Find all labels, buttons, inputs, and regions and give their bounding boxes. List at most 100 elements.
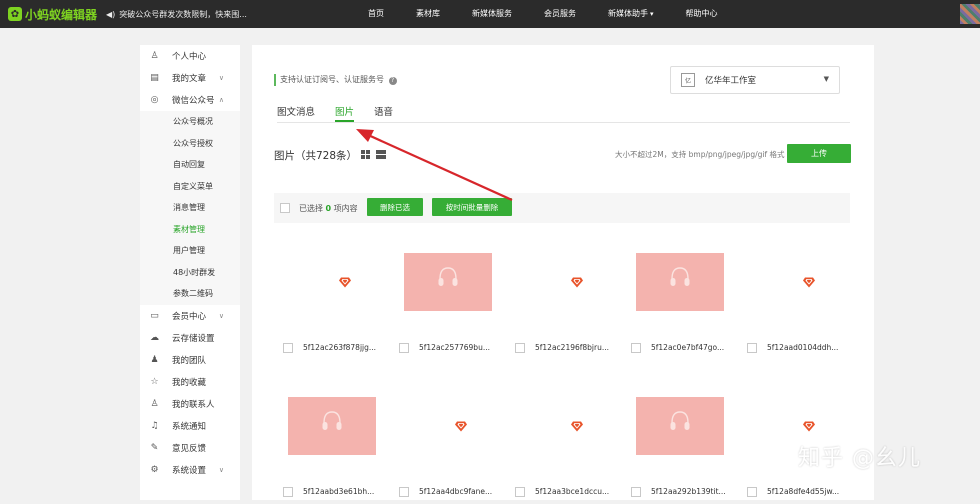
diamond-icon xyxy=(803,277,815,288)
image-filename: 5f12aa3bce1dccu... xyxy=(535,487,610,496)
submenu-item[interactable]: 用户管理 xyxy=(140,240,240,262)
image-card[interactable]: 5f12aa292b139tit... xyxy=(622,394,738,504)
image-checkbox[interactable] xyxy=(399,343,409,353)
image-thumbnail[interactable] xyxy=(404,397,492,455)
image-checkbox[interactable] xyxy=(283,343,293,353)
auth-hint-text: 支持认证订阅号、认证服务号 xyxy=(280,75,384,84)
submenu-item-label: 参数二维码 xyxy=(173,289,213,299)
image-thumbnail[interactable] xyxy=(288,397,376,455)
auth-hint: 支持认证订阅号、认证服务号 ? xyxy=(274,74,397,86)
add-contact-icon: ♙ xyxy=(150,398,159,409)
sidebar-item[interactable]: ♫ 系统通知 xyxy=(140,415,240,437)
media-tabs: 图文消息 图片 语音 xyxy=(277,104,850,123)
sidebar: ♙ 个人中心 ▤ 我的文章 ∨ ◎ 微信公众号 ∧ 公众号概况公众号授权自动回复自定义菜单 消息… xyxy=(140,45,240,500)
avatar[interactable] xyxy=(960,4,980,24)
image-card[interactable]: 5f12aad0104ddh... xyxy=(738,250,854,360)
media-tab[interactable]: 图文消息 xyxy=(277,104,315,122)
sidebar-item-label: 意见反馈 xyxy=(172,443,207,454)
image-card[interactable]: 5f12aabd3e61bh... xyxy=(274,394,390,504)
list-view-icon[interactable] xyxy=(376,150,386,159)
submenu-item-label: 自动回复 xyxy=(173,160,205,170)
image-card[interactable]: 5f12ac2196f8bjru... xyxy=(506,250,622,360)
wechat-icon: ◎ xyxy=(150,95,159,105)
sidebar-item[interactable]: ◎ 微信公众号 ∧ xyxy=(140,89,240,111)
submenu-item[interactable]: 消息管理 xyxy=(140,197,240,219)
nav-item[interactable]: 帮助中心 xyxy=(670,0,734,28)
sidebar-item[interactable]: ⚙ 系统设置 ∨ xyxy=(140,459,240,481)
submenu-item[interactable]: 48小时群发 xyxy=(140,262,240,284)
card-icon: ▭ xyxy=(150,310,159,321)
account-select[interactable]: 亿 亿华年工作室 ▼ xyxy=(670,66,840,94)
nav-item[interactable]: 新媒体服务 xyxy=(456,0,528,28)
wechat-submenu: 公众号概况公众号授权自动回复自定义菜单 消息管理 素材管理用户管理 48小时群发 参数二… xyxy=(140,111,240,305)
sidebar-item[interactable]: ☆ 我的收藏 xyxy=(140,371,240,393)
image-checkbox[interactable] xyxy=(515,487,525,497)
submenu-item[interactable]: 素材管理 xyxy=(140,219,240,241)
submenu-item[interactable]: 参数二维码 xyxy=(140,283,240,305)
sidebar-item-label: 我的联系人 xyxy=(172,399,215,410)
submenu-item[interactable]: 自动回复 xyxy=(140,154,240,176)
image-checkbox[interactable] xyxy=(399,487,409,497)
image-thumbnail[interactable] xyxy=(636,253,724,311)
sidebar-item[interactable]: ☁ 云存储设置 xyxy=(140,327,240,349)
selected-count-text: 已选择 0 项内容 xyxy=(299,203,358,214)
headphones-icon xyxy=(322,411,342,430)
sidebar-item[interactable]: ✎ 意见反馈 xyxy=(140,437,240,459)
image-thumbnail[interactable] xyxy=(520,253,608,311)
image-checkbox[interactable] xyxy=(747,487,757,497)
image-filename: 5f12ac257769bu... xyxy=(419,343,490,352)
media-tab[interactable]: 图片 xyxy=(335,104,355,122)
user-icon: ♙ xyxy=(150,51,159,61)
image-thumbnail[interactable] xyxy=(752,253,840,311)
image-card[interactable]: 5f12ac257769bu... xyxy=(390,250,506,360)
image-filename: 5f12ac263f878jjg... xyxy=(303,343,377,352)
image-filename: 5f12a8dfe4d55jw... xyxy=(767,487,840,496)
brand-logo[interactable]: ✿ 小蚂蚁编辑器 xyxy=(8,6,97,22)
sidebar-item[interactable]: ♙ 我的联系人 xyxy=(140,393,240,415)
announcement-text: 突破公众号群发次数限制，快来围... xyxy=(119,10,247,19)
media-tab[interactable]: 语音 xyxy=(374,104,393,122)
announcement[interactable]: ◀) 突破公众号群发次数限制，快来围... xyxy=(106,9,247,20)
sidebar-item[interactable]: ♟ 我的团队 xyxy=(140,349,240,371)
sidebar-item[interactable]: ▭ 会员中心 ∨ xyxy=(140,305,240,327)
batch-delete-by-time-button[interactable]: 按时间批量删除 xyxy=(432,198,512,216)
sidebar-item[interactable]: ▤ 我的文章 ∨ xyxy=(140,67,240,89)
sidebar-item-label: 系统设置 xyxy=(172,465,207,476)
image-thumbnail[interactable] xyxy=(520,397,608,455)
submenu-item[interactable]: 公众号授权 xyxy=(140,133,240,155)
nav-item-label: 素材库 xyxy=(416,9,440,18)
image-thumbnail[interactable] xyxy=(636,397,724,455)
image-checkbox[interactable] xyxy=(631,487,641,497)
nav-item-label: 首页 xyxy=(368,9,384,18)
sidebar-item[interactable]: ♙ 个人中心 xyxy=(140,45,240,67)
image-thumbnail[interactable] xyxy=(404,253,492,311)
submenu-item-label: 用户管理 xyxy=(173,246,205,256)
submenu-item[interactable]: 公众号概况 xyxy=(140,111,240,133)
nav-item[interactable]: 首页 xyxy=(352,0,400,28)
image-card[interactable]: 5f12ac0e7bf47go... xyxy=(622,250,738,360)
star-icon: ☆ xyxy=(150,376,159,387)
nav-item[interactable]: 素材库 xyxy=(400,0,456,28)
nav-item[interactable]: 会员服务 xyxy=(528,0,592,28)
nav-item-label: 新媒体服务 xyxy=(472,9,512,18)
submenu-item[interactable]: 自定义菜单 xyxy=(140,176,240,198)
submenu-item-label: 公众号授权 xyxy=(173,138,213,148)
upload-button[interactable]: 上传 xyxy=(787,144,851,163)
image-checkbox[interactable] xyxy=(747,343,757,353)
image-card[interactable]: 5f12ac263f878jjg... xyxy=(274,250,390,360)
nav-item[interactable]: 新媒体助手 ▾ xyxy=(592,0,670,28)
account-name: 亿华年工作室 xyxy=(705,76,757,86)
image-checkbox[interactable] xyxy=(283,487,293,497)
diamond-icon xyxy=(571,421,583,432)
image-thumbnail[interactable] xyxy=(288,253,376,311)
delete-selected-button[interactable]: 删除已选 xyxy=(367,198,423,216)
grid-view-icon[interactable] xyxy=(361,150,370,159)
image-card[interactable]: 5f12aa4dbc9fane... xyxy=(390,394,506,504)
image-checkbox[interactable] xyxy=(515,343,525,353)
chevron-icon: ∨ xyxy=(218,74,224,82)
select-all-checkbox[interactable] xyxy=(280,203,290,213)
image-checkbox[interactable] xyxy=(631,343,641,353)
submenu-item-label: 48小时群发 xyxy=(173,267,216,277)
help-icon[interactable]: ? xyxy=(388,77,397,85)
image-card[interactable]: 5f12aa3bce1dccu... xyxy=(506,394,622,504)
